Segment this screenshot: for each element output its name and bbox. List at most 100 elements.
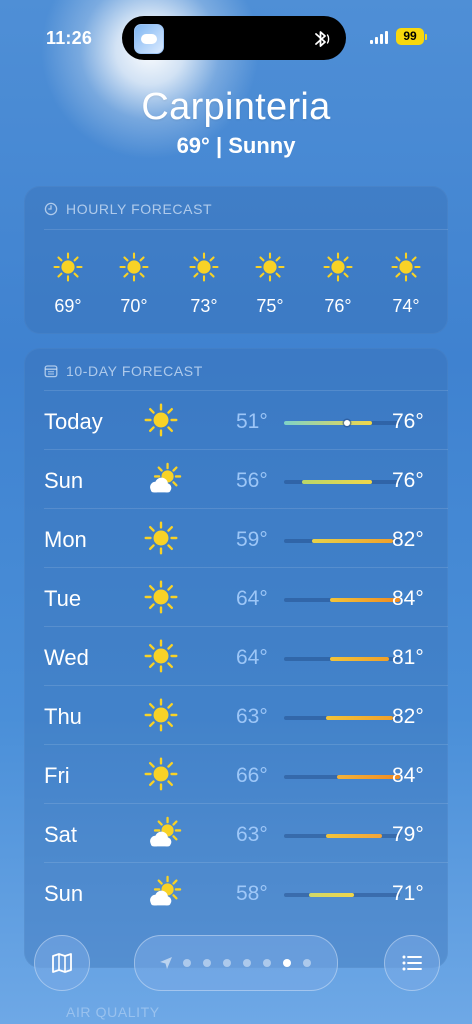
forecast-day: Sun [44, 468, 84, 493]
temperature-range-bar [301, 480, 372, 484]
sun-icon [144, 757, 180, 793]
location-page-indicator[interactable] [134, 935, 338, 991]
page-dot[interactable] [203, 959, 211, 967]
temperature-range-bar [326, 716, 393, 720]
temperature-range-track [284, 539, 400, 543]
forecast-day: Fri [44, 763, 70, 788]
page-dot[interactable] [183, 959, 191, 967]
page-dot[interactable] [223, 959, 231, 967]
page-dots[interactable] [183, 959, 323, 967]
temperature-range-bar [284, 421, 372, 425]
forecast-low: 66° [236, 764, 268, 787]
temperature-range-track [284, 480, 400, 484]
partly-cloudy-icon [144, 875, 182, 911]
forecast-row[interactable]: Thu 63° 82° [44, 685, 448, 745]
forecast-high: 76° [392, 469, 424, 492]
sun-icon [144, 403, 180, 439]
partly-cloudy-icon [144, 462, 182, 498]
forecast-high: 84° [392, 764, 424, 787]
forecast-row[interactable]: Sat 63° 79° [44, 803, 448, 863]
forecast-high: 82° [392, 705, 424, 728]
city-name: Carpinteria [141, 86, 331, 128]
temperature-range-bar [329, 657, 390, 661]
forecast-high: 82° [392, 528, 424, 551]
forecast-row[interactable]: Mon 59° 82° [44, 508, 448, 568]
forecast-low: 64° [236, 646, 268, 669]
hourly-item: 73° [174, 252, 234, 317]
page-dot[interactable] [243, 959, 251, 967]
temperature-range-track [284, 598, 400, 602]
page-dot[interactable] [303, 959, 311, 967]
location-header: Carpinteria 69° | Sunny [0, 86, 472, 159]
forecast-low: 63° [236, 823, 268, 846]
location-arrow-icon [160, 957, 172, 969]
status-bar: 11:26 99 [0, 0, 472, 80]
sun-icon [144, 521, 180, 557]
forecast-low: 59° [236, 528, 268, 551]
temperature-range-bar [329, 598, 400, 602]
temperature-range-track [284, 775, 400, 779]
sun-icon [189, 252, 219, 282]
locations-list-button[interactable] [384, 935, 440, 991]
hourly-item: 76° [308, 252, 368, 317]
hourly-forecast-title: HOURLY FORECAST [66, 201, 213, 217]
temperature-range-track [284, 657, 400, 661]
current-temp-marker [344, 420, 351, 426]
forecast-row[interactable]: Today 51° 76° [44, 390, 448, 450]
map-icon [52, 953, 72, 973]
hourly-temp: 73° [190, 296, 218, 316]
forecast-high: 71° [392, 882, 424, 905]
sun-icon [144, 580, 180, 616]
sun-icon [53, 252, 83, 282]
sun-icon [144, 698, 180, 734]
forecast-high: 79° [392, 823, 424, 846]
sun-icon [119, 252, 149, 282]
calendar-icon [44, 365, 58, 378]
forecast-high: 76° [392, 410, 424, 433]
temperature-range-track [284, 893, 400, 897]
hourly-item: 75° [240, 252, 300, 317]
list-icon [402, 955, 422, 971]
temperature-range-bar [308, 893, 355, 897]
forecast-row[interactable]: Fri 66° 84° [44, 744, 448, 804]
forecast-day: Wed [44, 645, 89, 670]
hourly-temp: 70° [120, 296, 148, 316]
forecast-low: 51° [236, 410, 268, 433]
hourly-forecast-header: HOURLY FORECAST [44, 200, 212, 218]
forecast-low: 58° [236, 882, 268, 905]
status-time: 11:26 [46, 28, 93, 48]
hourly-item: 69° [38, 252, 98, 317]
map-button[interactable] [34, 935, 90, 991]
forecast-day: Today [44, 409, 103, 434]
forecast-row[interactable]: Sun 58° 71° [44, 862, 448, 922]
hourly-temp: 74° [392, 296, 420, 316]
ten-day-forecast-card[interactable]: 10-DAY FORECAST Today 51° 76° Sun 56° 76° Mon… [24, 348, 448, 968]
temperature-range-bar [326, 834, 383, 838]
forecast-day: Thu [44, 704, 82, 729]
dynamic-island[interactable] [122, 16, 346, 60]
forecast-high: 81° [392, 646, 424, 669]
forecast-low: 63° [236, 705, 268, 728]
page-dot[interactable] [263, 959, 271, 967]
ten-day-forecast-header: 10-DAY FORECAST [44, 362, 203, 380]
forecast-low: 64° [236, 587, 268, 610]
forecast-row[interactable]: Sun 56° 76° [44, 449, 448, 509]
forecast-low: 56° [236, 469, 268, 492]
forecast-day: Sun [44, 881, 84, 906]
forecast-high: 84° [392, 587, 424, 610]
temperature-range-bar [336, 775, 400, 779]
page-dot[interactable] [283, 959, 291, 967]
forecast-day: Sat [44, 822, 78, 847]
hourly-temp: 69° [54, 296, 82, 316]
forecast-row[interactable]: Wed 64° 81° [44, 626, 448, 686]
app-thumbnail-icon[interactable] [134, 24, 164, 54]
forecast-day: Tue [44, 586, 82, 611]
partly-cloudy-icon [144, 816, 182, 852]
signal-icon [370, 30, 390, 44]
forecast-day: Mon [44, 527, 87, 552]
hourly-item: 70° [104, 252, 164, 317]
current-conditions: 69° | Sunny [176, 133, 296, 158]
forecast-row[interactable]: Tue 64° 84° [44, 567, 448, 627]
temperature-range-track [284, 420, 400, 426]
hourly-forecast-card[interactable]: HOURLY FORECAST 69° 70° 73° 75° 76° 74° [24, 186, 448, 334]
